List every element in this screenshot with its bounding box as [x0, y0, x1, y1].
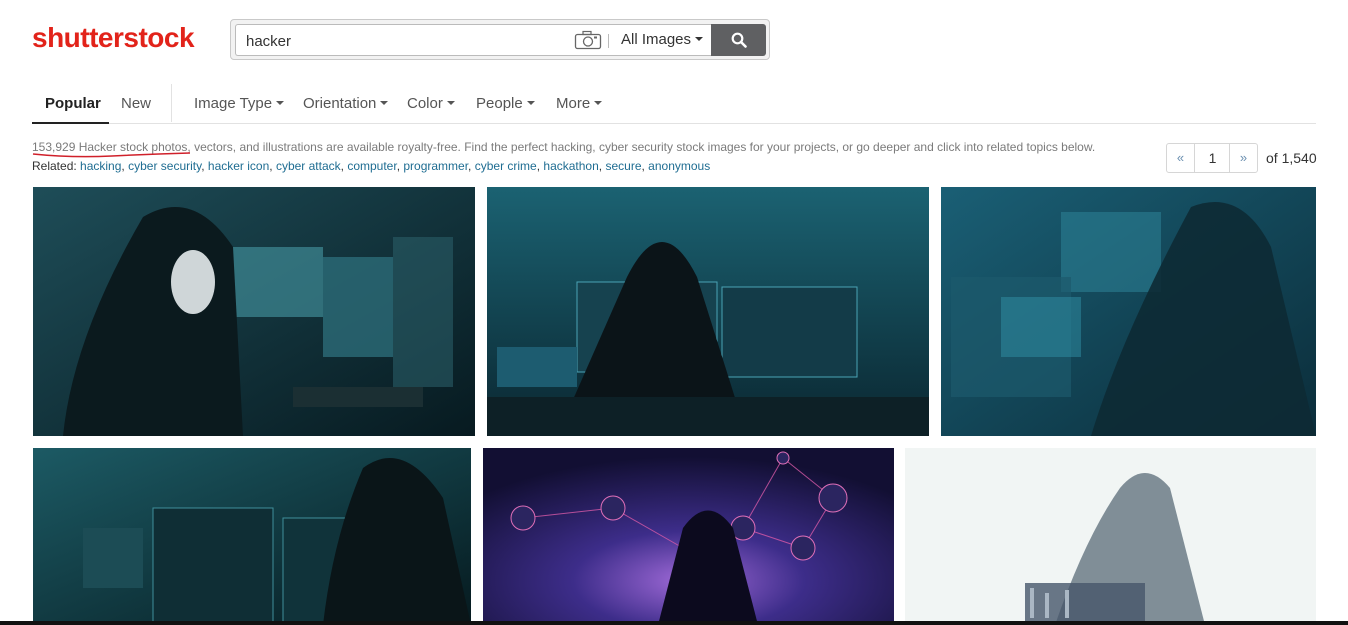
- active-tab-indicator: [32, 122, 109, 124]
- filter-image-type[interactable]: Image Type: [194, 95, 285, 112]
- filter-nav: Popular New Image Type Orientation Color…: [32, 84, 1316, 124]
- tab-popular[interactable]: Popular: [45, 95, 101, 112]
- chevron-down-icon: [695, 37, 704, 42]
- related-label: Related:: [32, 159, 77, 173]
- chevron-down-icon: [276, 101, 285, 106]
- filter-color-label: Color: [407, 95, 443, 112]
- image-thumbnail: [483, 448, 894, 625]
- page-total: of 1,540: [1266, 150, 1317, 166]
- related-link[interactable]: cyber attack: [276, 159, 341, 173]
- related-link[interactable]: computer: [347, 159, 396, 173]
- pagination: « 1 »: [1166, 143, 1258, 173]
- image-thumbnail: [905, 448, 1316, 625]
- image-thumbnail: [941, 187, 1316, 436]
- filter-more[interactable]: More: [556, 95, 603, 112]
- filter-more-label: More: [556, 95, 591, 112]
- filter-orientation[interactable]: Orientation: [303, 95, 389, 112]
- filter-color[interactable]: Color: [407, 95, 455, 112]
- related-link[interactable]: cyber crime: [475, 159, 537, 173]
- image-result[interactable]: [483, 448, 894, 625]
- image-result[interactable]: [33, 448, 471, 625]
- chevron-down-icon: [446, 101, 455, 106]
- annotation-underline: [32, 152, 191, 158]
- image-type-dropdown[interactable]: All Images: [621, 31, 704, 48]
- nav-divider: [171, 84, 172, 122]
- camera-icon[interactable]: [574, 30, 602, 50]
- next-page-button[interactable]: »: [1229, 144, 1257, 172]
- image-result[interactable]: [33, 187, 475, 436]
- image-thumbnail: [487, 187, 929, 436]
- image-thumbnail: [33, 448, 471, 625]
- filter-orientation-label: Orientation: [303, 95, 377, 112]
- chevron-down-icon: [380, 101, 389, 106]
- shutterstock-logo[interactable]: shutterstock: [32, 22, 195, 54]
- search-field[interactable]: All Images: [235, 24, 711, 56]
- page-number-input[interactable]: 1: [1196, 144, 1229, 172]
- related-link[interactable]: secure: [605, 159, 641, 173]
- filter-image-type-label: Image Type: [194, 95, 273, 112]
- image-result[interactable]: [941, 187, 1316, 436]
- search-button[interactable]: [711, 24, 766, 56]
- related-link[interactable]: cyber security: [128, 159, 201, 173]
- chevron-down-icon: [526, 101, 535, 106]
- chevron-down-icon: [594, 101, 603, 106]
- related-topics: Related: hacking, cyber security, hacker…: [32, 159, 711, 173]
- filter-people-label: People: [476, 95, 523, 112]
- bottom-edge: [0, 621, 1348, 625]
- related-link[interactable]: programmer: [403, 159, 468, 173]
- related-link[interactable]: anonymous: [648, 159, 710, 173]
- search-icon: [731, 32, 747, 48]
- search-input[interactable]: [246, 31, 566, 51]
- search-divider: [608, 34, 609, 48]
- related-link[interactable]: hacking: [80, 159, 121, 173]
- search-bar: All Images: [230, 19, 770, 60]
- related-link[interactable]: hacker icon: [208, 159, 269, 173]
- prev-page-button[interactable]: «: [1167, 144, 1195, 172]
- filter-people[interactable]: People: [476, 95, 535, 112]
- related-link[interactable]: hackathon: [543, 159, 598, 173]
- tab-new[interactable]: New: [121, 95, 151, 112]
- image-thumbnail: [33, 187, 475, 436]
- image-result[interactable]: [905, 448, 1316, 625]
- image-type-label: All Images: [621, 31, 692, 48]
- image-result[interactable]: [487, 187, 929, 436]
